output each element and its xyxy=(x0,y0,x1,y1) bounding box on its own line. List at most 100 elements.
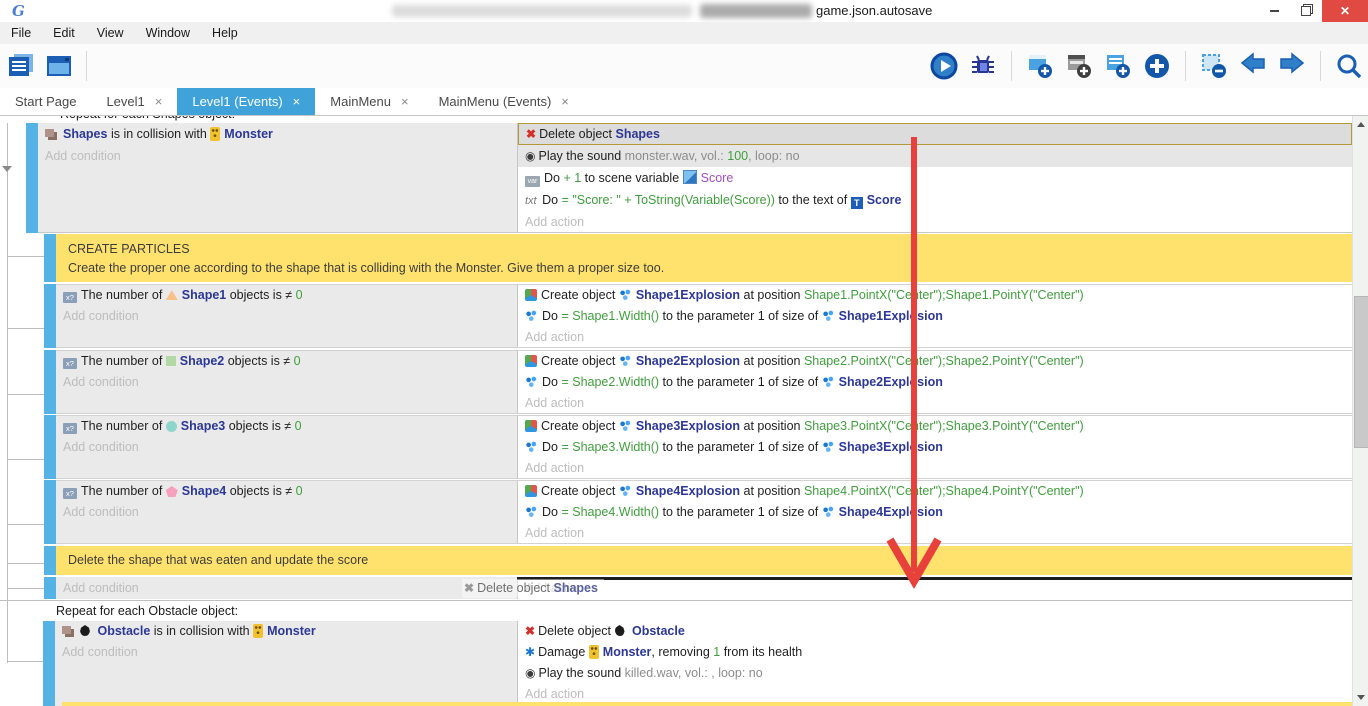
shape1-event-bar[interactable] xyxy=(44,284,56,348)
add-action-link[interactable]: Add action xyxy=(518,577,1352,599)
event2-action-play-sound[interactable]: ◉Play the sound killed.wav, vol.: , loop… xyxy=(518,663,1352,684)
minimize-icon xyxy=(1270,10,1279,12)
preview-play-icon[interactable] xyxy=(929,51,959,81)
redacted-title-text xyxy=(700,4,812,18)
monster-icon xyxy=(589,645,599,659)
title-bar: G game.json.autosave ✕ xyxy=(0,0,1368,22)
add-action-link[interactable]: Add action xyxy=(518,327,1352,348)
tab-start-page[interactable]: Start Page xyxy=(0,88,91,115)
drop-event-bar[interactable] xyxy=(44,577,56,599)
event1-action-delete-shapes[interactable]: ✖Delete object Shapes xyxy=(518,123,1352,145)
shape3-event-bar[interactable] xyxy=(44,415,56,479)
collision-icon xyxy=(62,626,71,634)
shape4-event-bar[interactable] xyxy=(44,480,56,544)
search-icon[interactable] xyxy=(1334,51,1364,81)
event1-header[interactable]: Repeat for each Shapes object: xyxy=(60,115,235,123)
shape3-icon xyxy=(166,421,177,432)
add-condition-link[interactable]: Add condition xyxy=(56,437,517,458)
add-event-icon[interactable] xyxy=(1025,51,1055,81)
add-comment-icon[interactable] xyxy=(1103,51,1133,81)
event1-action-play-sound[interactable]: ◉Play the sound monster.wav, vol.: 100, … xyxy=(518,145,1352,167)
shape1-action-size[interactable]: Do = Shape1.Width() to the parameter 1 o… xyxy=(518,306,1352,327)
add-action-link[interactable]: Add action xyxy=(518,523,1352,544)
tab-mainmenu[interactable]: MainMenu× xyxy=(315,88,423,115)
event-separator xyxy=(0,600,1352,601)
add-condition-link[interactable]: Add condition xyxy=(55,642,517,663)
particles-icon xyxy=(525,310,538,322)
shape2-action-size[interactable]: Do = Shape2.Width() to the parameter 1 o… xyxy=(518,372,1352,393)
add-condition-link[interactable]: Add condition xyxy=(56,502,517,523)
scroll-up-icon[interactable] xyxy=(1357,122,1365,127)
tree-connector xyxy=(8,256,44,257)
shape4-action-size[interactable]: Do = Shape4.Width() to the parameter 1 o… xyxy=(518,502,1352,523)
add-condition-link[interactable]: Add condition xyxy=(56,577,517,599)
scrollbar-thumb[interactable] xyxy=(1354,296,1368,448)
tab-close-icon[interactable]: × xyxy=(561,94,569,109)
shape2-condition-row[interactable]: x?The number of Shape2 objects is ≠ 0 xyxy=(56,351,517,372)
menu-edit[interactable]: Edit xyxy=(42,22,86,44)
restore-icon xyxy=(1301,6,1311,16)
delete-selection-icon[interactable] xyxy=(1199,51,1229,81)
redo-icon[interactable] xyxy=(1277,51,1307,81)
delete-icon: ✖ xyxy=(526,124,536,144)
event1-condition-row[interactable]: Shapes is in collision with Monster xyxy=(38,123,517,145)
menu-help[interactable]: Help xyxy=(201,22,249,44)
event2-condition-row[interactable]: Obstacle is in collision with Monster xyxy=(55,621,517,642)
next-comment-sliver xyxy=(62,702,1352,706)
restore-button[interactable] xyxy=(1290,0,1322,22)
particles-icon xyxy=(822,310,835,322)
add-action-link[interactable]: Add action xyxy=(518,393,1352,414)
add-action-link[interactable]: Add action xyxy=(518,458,1352,479)
shape2-event-bar[interactable] xyxy=(44,350,56,414)
add-condition-link[interactable]: Add condition xyxy=(56,372,517,393)
add-action-link[interactable]: Add action xyxy=(518,211,1352,233)
tab-level1[interactable]: Level1× xyxy=(91,88,177,115)
particles-icon xyxy=(822,441,835,453)
tree-guide-line xyxy=(7,123,8,663)
shape4-condition-row[interactable]: x?The number of Shape4 objects is ≠ 0 xyxy=(56,481,517,502)
add-sub-event-icon[interactable] xyxy=(1064,51,1094,81)
drop-target-event: Add condition Add action xyxy=(44,577,1352,599)
toolbar-separator xyxy=(1011,51,1012,81)
tab-close-icon[interactable]: × xyxy=(155,94,163,109)
event1-bar[interactable] xyxy=(26,123,38,233)
shape3-action-size[interactable]: Do = Shape3.Width() to the parameter 1 o… xyxy=(518,437,1352,458)
shape1-action-create[interactable]: Create object Shape1Explosion at positio… xyxy=(518,285,1352,306)
add-condition-link[interactable]: Add condition xyxy=(56,306,517,327)
event1-action-scene-variable[interactable]: varDo + 1 to scene variable Score xyxy=(518,167,1352,189)
create-object-icon xyxy=(525,355,537,367)
collapse-arrow-icon[interactable] xyxy=(2,166,12,172)
close-button[interactable]: ✕ xyxy=(1322,0,1368,22)
tab-mainmenu-events[interactable]: MainMenu (Events)× xyxy=(424,88,584,115)
comment-create-particles[interactable]: CREATE PARTICLES Create the proper one a… xyxy=(44,234,1352,282)
scene-editor-icon[interactable] xyxy=(44,51,74,81)
shape3-action-create[interactable]: Create object Shape3Explosion at positio… xyxy=(518,416,1352,437)
project-manager-icon[interactable] xyxy=(6,51,36,81)
comment-delete-shape[interactable]: Delete the shape that was eaten and upda… xyxy=(44,546,1352,575)
add-other-event-icon[interactable] xyxy=(1142,51,1172,81)
event2-action-delete-obstacle[interactable]: ✖Delete object Obstacle xyxy=(518,621,1352,642)
menu-view[interactable]: View xyxy=(86,22,135,44)
event2-bar[interactable] xyxy=(43,621,55,706)
debugger-bug-icon[interactable] xyxy=(968,51,998,81)
tab-close-icon[interactable]: × xyxy=(401,94,409,109)
shape4-action-create[interactable]: Create object Shape4Explosion at positio… xyxy=(518,481,1352,502)
event2-action-damage-monster[interactable]: ✱Damage Monster, removing 1 from its hea… xyxy=(518,642,1352,663)
minimize-button[interactable] xyxy=(1258,0,1290,22)
vertical-scrollbar[interactable] xyxy=(1352,116,1368,706)
scroll-down-icon[interactable] xyxy=(1357,695,1365,700)
txt-icon: txt xyxy=(525,190,537,211)
event2-header[interactable]: Repeat for each Obstacle object: xyxy=(56,603,238,619)
menu-file[interactable]: File xyxy=(0,22,42,44)
shape2-action-create[interactable]: Create object Shape2Explosion at positio… xyxy=(518,351,1352,372)
undo-icon[interactable] xyxy=(1238,51,1268,81)
shape3-condition-row[interactable]: x?The number of Shape3 objects is ≠ 0 xyxy=(56,416,517,437)
delete-icon: ✖ xyxy=(525,621,535,642)
menu-window[interactable]: Window xyxy=(135,22,201,44)
add-condition-link[interactable]: Add condition xyxy=(38,145,517,167)
tab-level1-events[interactable]: Level1 (Events)× xyxy=(177,88,315,115)
event1-action-set-text[interactable]: txt Do = "Score: " + ToString(Variable(S… xyxy=(518,189,1352,211)
shape1-condition-row[interactable]: x?The number of Shape1 objects is ≠ 0 xyxy=(56,285,517,306)
toolbar-separator xyxy=(86,51,87,81)
tab-close-icon[interactable]: × xyxy=(293,94,301,109)
